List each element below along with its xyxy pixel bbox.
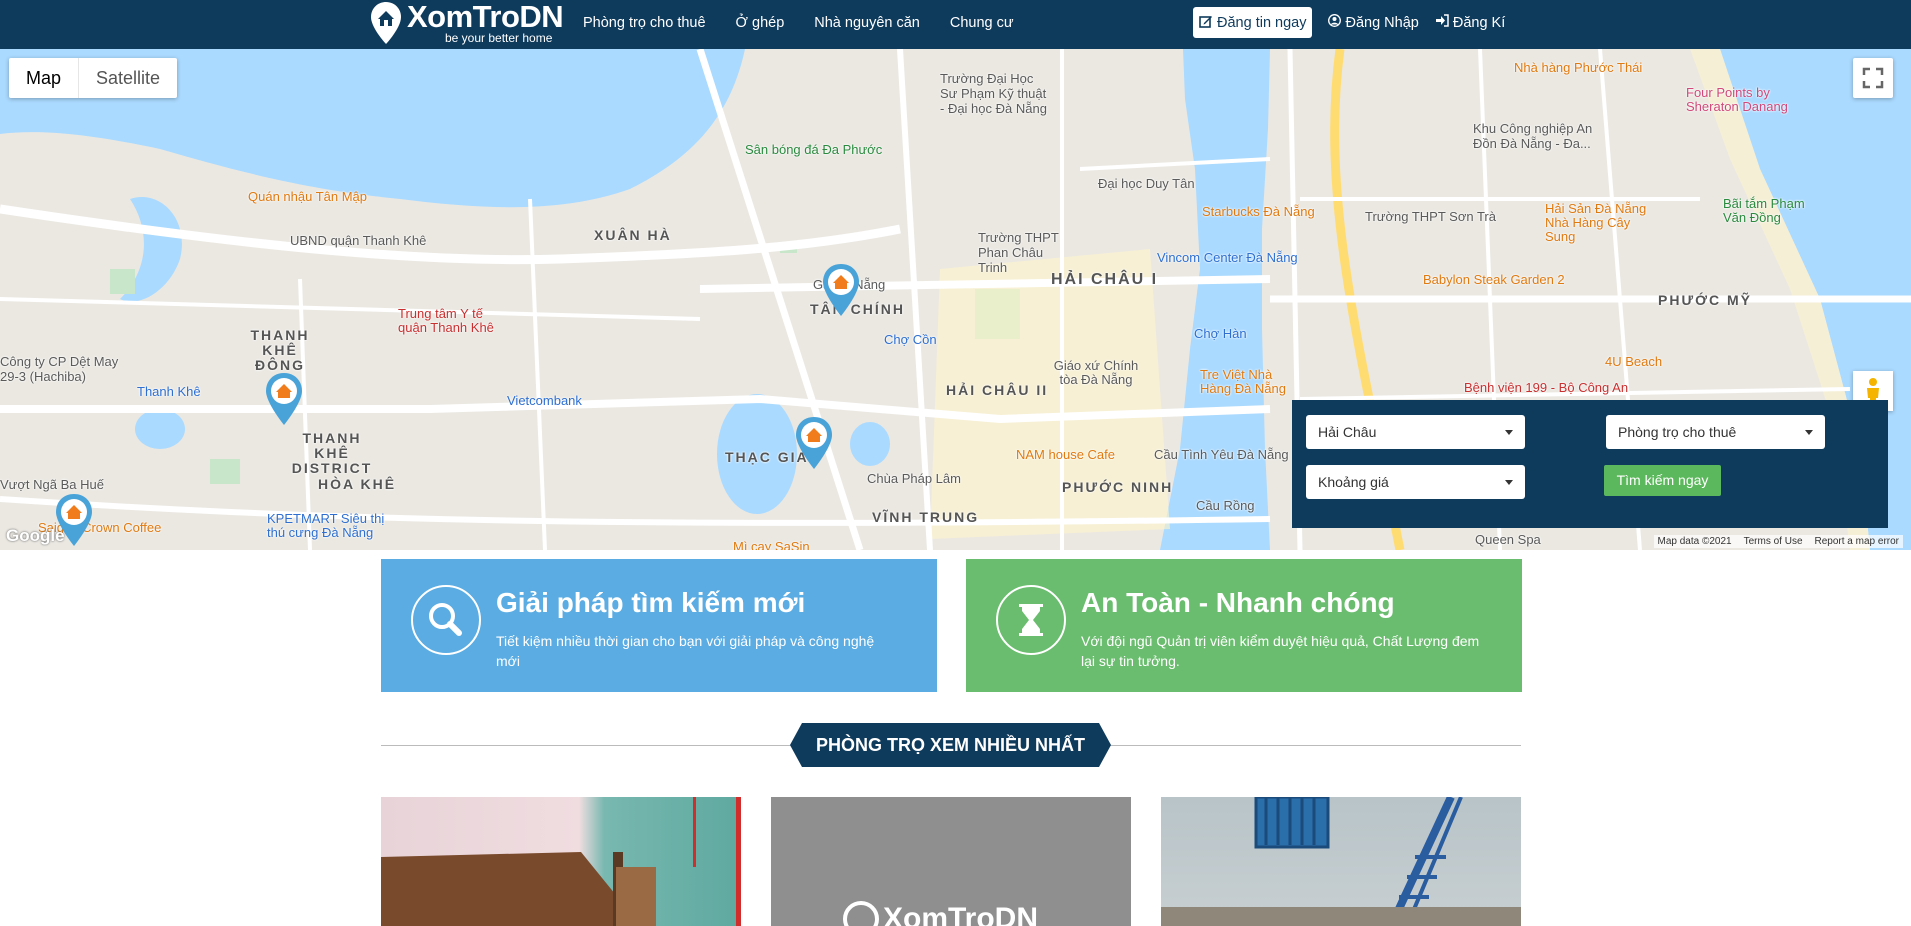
room-photo (381, 797, 741, 926)
map-poi-cho-con[interactable]: Chợ Cồn (884, 332, 937, 347)
map-poi-khu-cong-nghiep[interactable]: Khu Công nghiệp An Đồn Đà Nẵng - Đa... (1473, 121, 1613, 151)
price-range-select[interactable]: Khoảng giá (1306, 465, 1525, 499)
nav-link-o-ghep[interactable]: Ở ghép (736, 15, 785, 31)
section-title: PHÒNG TRỌ XEM NHIỀU NHẤT (790, 723, 1111, 767)
map-poi-mi-cay[interactable]: Mì cay SaSin (733, 539, 810, 550)
register-label: Đăng Kí (1452, 14, 1506, 31)
map-poi-starbucks[interactable]: Starbucks Đà Nẵng (1202, 204, 1315, 219)
map-listing-pin[interactable] (821, 262, 861, 318)
district-select[interactable]: Hải Châu (1306, 415, 1525, 449)
map-label-thanh-khe-dong: THANH KHÊ ĐÔNG (250, 327, 310, 373)
feature-safety-title: An Toàn - Nhanh chóng (1081, 587, 1395, 618)
map-poi-queen-spa[interactable]: Queen Spa (1475, 532, 1541, 547)
listing-card-placeholder[interactable]: XomTroDN (771, 797, 1131, 926)
room-type-select[interactable]: Phòng trọ cho thuê (1606, 415, 1825, 449)
map-poi-hai-san[interactable]: Hải Sản Đà Nẵng Nhà Hàng Cây Sung (1545, 202, 1655, 244)
map-type-map-button[interactable]: Map (9, 58, 80, 98)
feature-safety: An Toàn - Nhanh chóng Với đội ngũ Quản t… (966, 559, 1522, 692)
login-label: Đăng Nhập (1345, 14, 1419, 31)
nav-actions: Đăng tin ngay Đăng Nhập Đăng Kí (1193, 0, 1505, 45)
map-poi-cho-han[interactable]: Chợ Hàn (1194, 326, 1247, 341)
post-listing-button[interactable]: Đăng tin ngay (1193, 7, 1313, 38)
map-label-phuoc-my: PHƯỚC MỸ (1658, 292, 1753, 308)
post-listing-label: Đăng tin ngay (1217, 14, 1307, 31)
map-label-xuan-ha: XUÂN HÀ (594, 227, 672, 243)
map-attribution: Map data ©2021 Terms of Use Report a map… (1653, 535, 1903, 548)
map-listing-pin[interactable] (794, 415, 834, 471)
map-poi-san-bong[interactable]: Sân bóng đá Đa Phước (745, 142, 882, 157)
map-poi-vuot-nga[interactable]: Vượt Ngã Ba Huế (0, 477, 104, 492)
map-poi-kpetmart[interactable]: KPETMART Siêu thị thú cưng Đà Nẵng (267, 512, 402, 540)
map-poi-truong-thpt-son-tra[interactable]: Trường THPT Sơn Trà (1365, 209, 1496, 224)
map-poi-vincom[interactable]: Vincom Center Đà Nẵng (1157, 250, 1298, 265)
brand-logo[interactable]: XomTroDN be your better home (369, 0, 564, 48)
brand-name: XomTroDN (407, 0, 564, 34)
map-poi-truong-thpt-pct[interactable]: Trường THPT Phan Châu Trinh (978, 230, 1068, 275)
placeholder-brand: XomTroDN (883, 902, 1039, 926)
room-photo (1161, 797, 1521, 926)
feature-safety-desc: Với đội ngũ Quản trị viên kiểm duyệt hiệ… (1081, 633, 1480, 669)
map-poi-chua-phap-lam[interactable]: Chùa Pháp Lâm (867, 471, 961, 486)
map-poi-giao-xu[interactable]: Giáo xứ Chính tòa Đà Nẵng (1051, 359, 1141, 387)
map-poi-4u-beach[interactable]: 4U Beach (1605, 354, 1662, 369)
logo-pin-icon (369, 0, 403, 46)
map-poi-babylon[interactable]: Babylon Steak Garden 2 (1423, 272, 1565, 287)
nav-link-nha-nguyen-can[interactable]: Nhà nguyên căn (814, 15, 920, 31)
map-poi-cau-rong[interactable]: Cầu Rồng (1196, 498, 1255, 513)
fullscreen-icon (1862, 67, 1884, 89)
brand-tagline: be your better home (445, 31, 553, 45)
sign-in-icon (1435, 14, 1449, 31)
map-poi-thanh-khe[interactable]: Thanh Khê (137, 384, 201, 399)
fullscreen-button[interactable] (1853, 58, 1893, 98)
user-icon (1328, 14, 1342, 31)
top-navbar: XomTroDN be your better home Phòng trọ c… (0, 0, 1911, 49)
map-data-text: Map data ©2021 (1657, 536, 1732, 547)
map-terms-link[interactable]: Terms of Use (1744, 536, 1803, 547)
search-button[interactable]: Tìm kiếm ngay (1604, 465, 1721, 496)
listing-card-image[interactable] (381, 797, 741, 926)
map-label-hoa-khe: HÒA KHÊ (318, 476, 397, 492)
listing-card-image[interactable] (1161, 797, 1521, 926)
map-label-phuoc-ninh: PHƯỚC NINH (1062, 479, 1174, 495)
map-poi-nha-hang-phuoc-thai[interactable]: Nhà hàng Phước Thái (1514, 60, 1642, 75)
map-label-hai-chau-ii: HẢI CHÂU II (946, 382, 1049, 398)
map-type-control: Map Satellite (9, 58, 178, 98)
google-logo[interactable]: Google (6, 526, 65, 546)
feature-search-desc: Tiết kiệm nhiều thời gian cho bạn với gi… (496, 633, 875, 669)
map-poi-vietcombank[interactable]: Vietcombank (507, 393, 582, 408)
search-icon (411, 585, 481, 655)
map-type-satellite-button[interactable]: Satellite (79, 58, 177, 98)
map-poi-cau-tinh-yeu[interactable]: Cầu Tình Yêu Đà Nẵng (1154, 447, 1289, 462)
map-report-link[interactable]: Report a map error (1815, 536, 1899, 547)
login-link[interactable]: Đăng Nhập (1328, 14, 1419, 31)
register-link[interactable]: Đăng Kí (1435, 14, 1505, 31)
map-label-thanh-khe-district: THANH KHÊ DISTRICT (291, 430, 373, 476)
edit-icon (1199, 14, 1213, 32)
map-poi-trung-tam-y-te[interactable]: Trung tâm Y tế quận Thanh Khê (398, 307, 508, 335)
map-poi-four-points[interactable]: Four Points by Sheraton Danang (1686, 86, 1811, 114)
main-nav: Phòng trọ cho thuê Ở ghép Nhà nguyên căn… (583, 0, 1044, 45)
map-poi-nam-house[interactable]: NAM house Cafe (1016, 447, 1115, 462)
map-poi-dai-hoc-duy-tan[interactable]: Đại học Duy Tân (1098, 176, 1195, 191)
feature-search: Giải pháp tìm kiếm mới Tiết kiệm nhiều t… (381, 559, 937, 692)
map-poi-benh-vien[interactable]: Bệnh viện 199 - Bộ Công An (1464, 380, 1628, 395)
hourglass-icon (996, 585, 1066, 655)
map-poi-truong-su-pham[interactable]: Trường Đại Học Sư Phạm Kỹ thuật - Đại họ… (940, 71, 1052, 116)
nav-link-phong-tro[interactable]: Phòng trọ cho thuê (583, 15, 706, 31)
nav-link-chung-cu[interactable]: Chung cư (950, 15, 1014, 31)
map-poi-ubnd[interactable]: UBND quận Thanh Khê (290, 233, 426, 248)
feature-search-title: Giải pháp tìm kiếm mới (496, 587, 806, 618)
search-panel: Hải Châu Phòng trọ cho thuê Khoảng giá T… (1292, 400, 1888, 528)
map-poi-tre-viet[interactable]: Tre Việt Nhà Hàng Đà Nẵng (1200, 368, 1290, 396)
map-poi-quan-nhau[interactable]: Quán nhậu Tân Mập (248, 189, 367, 204)
map-poi-cong-ty[interactable]: Công ty CP Dệt May 29-3 (Hachiba) (0, 354, 126, 384)
map-poi-bai-tam[interactable]: Bãi tắm Phạm Văn Đồng (1723, 197, 1818, 225)
map-listing-pin[interactable] (264, 371, 304, 427)
map-label-vinh-trung: VĨNH TRUNG (872, 509, 980, 525)
